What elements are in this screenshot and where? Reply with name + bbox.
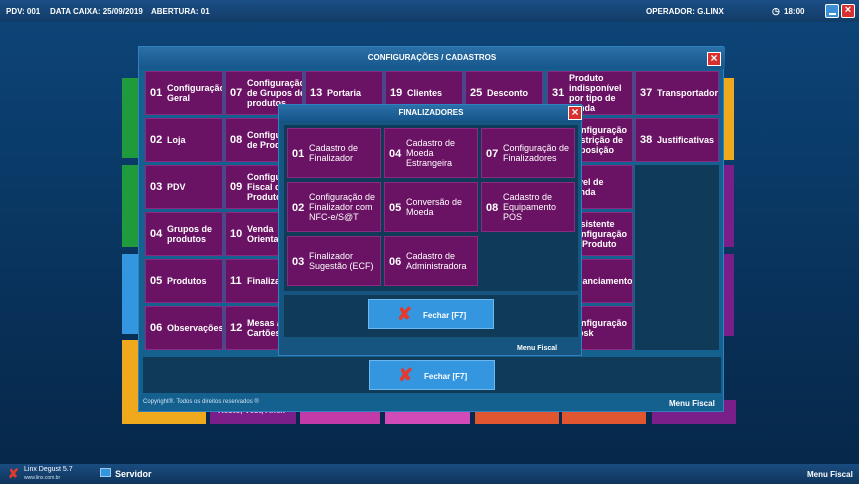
finalizadores-grid: 01 Cadastro de Finalizador 04 Cadastro de …	[284, 125, 578, 291]
item-number: 19	[390, 87, 403, 99]
item-number: 06	[150, 322, 163, 334]
abertura-label: ABERTURA: 01	[151, 7, 210, 16]
item-number: 01	[292, 148, 305, 160]
x-mark-icon: ✘	[397, 304, 413, 324]
menu-fiscal-link[interactable]: Menu Fiscal	[669, 399, 715, 408]
fechar-button[interactable]: ✘ Fechar [F7]	[369, 360, 495, 390]
item-label: Produtos	[167, 276, 207, 286]
item-number: 10	[230, 228, 243, 240]
menu-item-05[interactable]: 05 Produtos	[145, 259, 223, 303]
item-number: 37	[640, 87, 653, 99]
finalizador-item-03[interactable]: 03 Finalizador Sugestão (ECF)	[287, 236, 381, 286]
finalizador-item-07[interactable]: 07 Configuração de Finalizadores	[481, 128, 575, 178]
bg-tile-green[interactable]	[122, 78, 138, 158]
item-number: 25	[470, 87, 483, 99]
item-number: 07	[230, 87, 243, 99]
minimize-icon[interactable]	[825, 4, 839, 18]
item-number: 13	[310, 87, 323, 99]
item-number: 12	[230, 322, 243, 334]
item-number: 02	[150, 134, 163, 146]
menu-item-04[interactable]: 04 Grupos de produtos	[145, 212, 223, 256]
linx-logo-icon: ✘	[8, 466, 19, 481]
item-label: Configuração Geral	[167, 83, 223, 103]
dialog-title: CONFIGURAÇÕES / CADASTROS	[139, 47, 725, 69]
close-icon[interactable]: ×	[568, 106, 582, 120]
item-label: Portaria	[327, 88, 362, 98]
menu-item-37[interactable]: 37 Transportador	[635, 71, 719, 115]
close-icon[interactable]: ×	[707, 52, 721, 66]
finalizador-item-05[interactable]: 05 Conversão de Moeda	[384, 182, 478, 232]
close-icon[interactable]: ×	[841, 4, 855, 18]
item-number: 03	[150, 181, 163, 193]
menu-item-38[interactable]: 38 Justificativas	[635, 118, 719, 162]
bg-tile-purple-right-2[interactable]	[724, 254, 734, 336]
fechar-label: Fechar [F7]	[423, 311, 467, 320]
item-number: 04	[150, 228, 163, 240]
app-site: www.linx.com.br	[24, 475, 61, 481]
item-label: Configuração de Finalizador com NFC-e/S@…	[309, 192, 376, 222]
x-mark-icon: ✘	[398, 365, 414, 385]
finalizador-item-04[interactable]: 04 Cadastro de Moeda Estrangeira	[384, 128, 478, 178]
taskbar: ✘ Linx Degust 5.7 www.linx.com.br Servid…	[0, 464, 859, 484]
item-number: 05	[389, 202, 402, 214]
monitor-icon	[100, 468, 111, 477]
fechar-button[interactable]: ✘ Fechar [F7]	[368, 299, 494, 329]
item-number: 38	[640, 134, 653, 146]
item-number: 09	[230, 181, 243, 193]
status-bar: PDV: 001 DATA CAIXA: 25/09/2019 ABERTURA…	[0, 0, 859, 22]
menu-item-01[interactable]: 01 Configuração Geral	[145, 71, 223, 115]
clock-icon: ◷	[772, 6, 780, 16]
dialog-title: FINALIZADORES	[279, 105, 583, 121]
bg-tile-purple-right[interactable]	[724, 165, 734, 247]
item-number: 03	[292, 256, 305, 268]
pdv-label: PDV: 001	[6, 7, 41, 16]
item-label: Grupos de produtos	[167, 224, 213, 244]
item-label: Conversão de Moeda	[406, 197, 463, 217]
finalizadores-dialog: FINALIZADORES × 01 Cadastro de Finalizado…	[278, 104, 583, 356]
item-label: Cadastro de Finalizador	[309, 143, 359, 163]
item-label: Transportador	[657, 88, 719, 98]
item-number: 04	[389, 148, 402, 160]
app-name: Linx Degust 5.7	[24, 466, 73, 473]
finalizador-item-02[interactable]: 02 Configuração de Finalizador com NFC-e/…	[287, 182, 381, 232]
bg-tile-yellow-right[interactable]	[724, 78, 734, 160]
item-label: Cadastro de Equipamento POS	[503, 192, 557, 222]
fechar-label: Fechar [F7]	[424, 372, 468, 381]
menu-item-02[interactable]: 02 Loja	[145, 118, 223, 162]
finalizador-item-06[interactable]: 06 Cadastro de Administradora	[384, 236, 478, 286]
operador-label: OPERADOR: G.LINX	[646, 7, 724, 16]
server-label[interactable]: Servidor	[115, 469, 152, 479]
item-label: Cadastro de Administradora	[406, 251, 467, 271]
item-number: 01	[150, 87, 163, 99]
item-number: 05	[150, 275, 163, 287]
bg-tile-blue[interactable]	[122, 254, 138, 334]
menu-fiscal-link[interactable]: Menu Fiscal	[517, 345, 557, 352]
item-number: 08	[230, 134, 243, 146]
item-number: 08	[486, 202, 499, 214]
item-label: Desconto	[487, 88, 529, 98]
menu-item-06[interactable]: 06 Observações	[145, 306, 223, 350]
item-label: Configuração de Finalizadores	[503, 143, 570, 163]
copyright-text: Copyright®. Todos os direitos reservados…	[143, 399, 259, 405]
bg-tile-green-2[interactable]	[122, 165, 138, 247]
finalizador-item-08[interactable]: 08 Cadastro de Equipamento POS	[481, 182, 575, 232]
menu-fiscal-link[interactable]: Menu Fiscal	[807, 470, 853, 479]
menu-item-03[interactable]: 03 PDV	[145, 165, 223, 209]
item-label: Cadastro de Moeda Estrangeira	[406, 138, 456, 168]
item-number: 11	[230, 275, 242, 287]
item-label: Loja	[167, 135, 186, 145]
item-label: Observações	[167, 323, 223, 333]
item-label: PDV	[167, 182, 186, 192]
item-number: 06	[389, 256, 402, 268]
finalizador-item-01[interactable]: 01 Cadastro de Finalizador	[287, 128, 381, 178]
data-caixa-label: DATA CAIXA: 25/09/2019	[50, 7, 143, 16]
item-label: Finalizador Sugestão (ECF)	[309, 251, 374, 271]
item-number: 31	[552, 87, 565, 99]
item-number: 07	[486, 148, 499, 160]
empty-grid-area	[635, 165, 719, 350]
item-number: 02	[292, 202, 305, 214]
item-label: Justificativas	[657, 135, 715, 145]
item-label: Clientes	[407, 88, 443, 98]
time-label: 18:00	[784, 7, 805, 16]
